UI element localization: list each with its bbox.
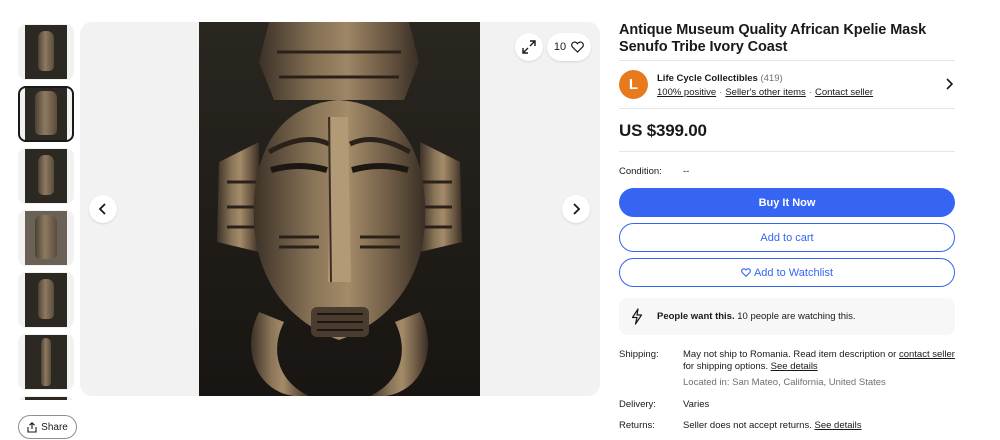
shipping-label: Shipping: [619,349,659,360]
seller-positive-link[interactable]: 100% positive [657,87,716,98]
thumbnail-image [25,211,67,265]
seller-avatar: L [619,70,648,99]
item-title: Antique Museum Quality African Kpelie Ma… [619,22,927,55]
expand-button[interactable] [515,33,543,61]
share-label: Share [41,421,68,433]
separator-dot: · [808,87,812,98]
seller-other-items-link[interactable]: Seller's other items [725,87,805,98]
thumbnail-image [25,88,67,140]
returns-label: Returns: [619,420,655,431]
item-price: US $399.00 [619,121,707,140]
shipping-see-details-link[interactable]: See details [771,361,818,372]
seller-links: 100% positive · Seller's other items · Conta… [657,87,873,98]
heart-icon [571,41,585,53]
returns-value: Seller does not accept returns. See deta… [683,420,955,432]
contact-seller-shipping-link[interactable]: contact seller [899,349,955,360]
thumbnail-image [25,335,67,389]
add-to-watchlist-label: Add to Watchlist [753,266,834,279]
shipping-text-2: for shipping options. [683,361,771,372]
chevron-right-icon[interactable] [945,78,953,90]
thumbnail-3[interactable] [18,148,74,204]
delivery-value: Varies [683,399,710,410]
expand-icon [522,40,536,54]
lightning-icon [631,308,643,325]
chevron-right-icon [573,203,581,215]
signal-strong: People want this. [657,311,735,322]
thumbnail-4[interactable] [18,210,74,266]
thumbnail-7[interactable] [18,396,74,400]
shipping-text-1: May not ship to Romania. Read item descr… [683,349,899,360]
mask-photo-illustration [199,22,480,396]
item-info-panel: Antique Museum Quality African Kpelie Ma… [619,22,955,431]
add-to-cart-button[interactable]: Add to cart [619,223,955,252]
watch-count-button[interactable]: 10 [547,33,591,61]
urgency-signal: People want this. 10 people are watching… [619,298,955,335]
condition-label: Condition: [619,166,662,177]
share-button[interactable]: Share [18,415,77,439]
previous-image-button[interactable] [89,195,117,223]
shipping-value: May not ship to Romania. Read item descr… [683,349,955,373]
thumbnail-image [25,25,67,79]
thumbnail-image [25,397,67,400]
thumbnail-2[interactable] [18,86,74,142]
divider [619,108,955,109]
thumbnail-1[interactable] [18,24,74,80]
watch-count: 10 [553,41,567,53]
thumbnail-6[interactable] [18,334,74,390]
divider [619,151,955,152]
seller-name-text: Life Cycle Collectibles [657,73,758,84]
thumbnail-5[interactable] [18,272,74,328]
seller-name[interactable]: Life Cycle Collectibles (419) [657,73,783,84]
separator-dot: · [719,87,723,98]
main-image-viewer[interactable]: 10 [80,22,600,396]
shipping-location: Located in: San Mateo, California, Unite… [683,377,886,388]
add-to-watchlist-button[interactable]: Add to Watchlist [619,258,955,287]
contact-seller-link[interactable]: Contact seller [815,87,873,98]
seller-card[interactable]: L Life Cycle Collectibles (419) 100% pos… [619,66,955,110]
chevron-left-icon [98,203,106,215]
thumbnail-strip [18,22,76,400]
buy-it-now-button[interactable]: Buy It Now [619,188,955,217]
condition-value: -- [683,166,690,177]
returns-text: Seller does not accept returns. [683,420,815,431]
returns-see-details-link[interactable]: See details [815,420,862,431]
main-photo [199,22,480,396]
delivery-label: Delivery: [619,399,656,410]
seller-feedback-count: (419) [760,73,783,84]
thumbnail-image [25,149,67,203]
thumbnail-image [25,273,67,327]
divider [619,60,955,61]
signal-detail: 10 people are watching this. [737,311,856,322]
next-image-button[interactable] [562,195,590,223]
share-icon [27,421,37,433]
signal-text: People want this. 10 people are watching… [657,311,856,322]
heart-icon [741,268,751,277]
